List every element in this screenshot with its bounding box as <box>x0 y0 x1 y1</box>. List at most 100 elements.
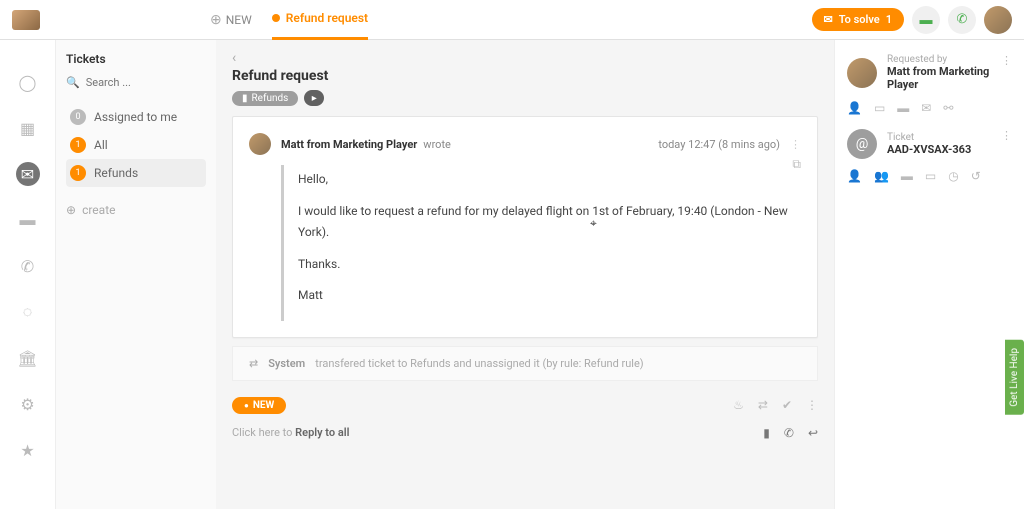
nav-star[interactable]: ★ <box>16 438 40 462</box>
message-line: Hello, <box>298 169 801 191</box>
transfer-icon[interactable]: ⇄ <box>758 398 768 412</box>
filter-count: 0 <box>70 109 86 125</box>
message-line: Matt <box>298 285 801 307</box>
group-icon[interactable]: 👥 <box>874 169 889 183</box>
note-icon[interactable]: ▮ <box>763 426 770 440</box>
message-timestamp: today 12:47 (8 mins ago) <box>658 138 780 151</box>
filter-count: 1 <box>70 165 86 181</box>
ticket-content: ‹ Refund request ▮ Refunds ▸ Matt from M… <box>216 40 834 509</box>
mail-icon[interactable]: ✉ <box>921 101 931 115</box>
plus-circle-icon: ⊕ <box>66 203 76 217</box>
filter-label: Assigned to me <box>94 110 177 124</box>
ticket-block[interactable]: @ Ticket AAD-XVSAX-363 ⋮ <box>847 129 1012 159</box>
tab-active-label: Refund request <box>286 11 368 25</box>
nav-calls[interactable]: ✆ <box>16 254 40 278</box>
more-icon[interactable]: ⋮ <box>806 398 818 412</box>
search-input[interactable] <box>86 76 206 89</box>
at-icon: @ <box>847 129 877 159</box>
more-icon[interactable]: ⋮ <box>1001 54 1012 67</box>
ticket-label: Ticket <box>887 132 971 143</box>
filter-all[interactable]: 1 All <box>66 131 206 159</box>
solve-count: 1 <box>886 13 892 26</box>
solve-label: To solve <box>839 13 880 26</box>
nav-kb[interactable]: 🏛 <box>16 346 40 370</box>
tab-new[interactable]: ⊕ NEW <box>210 0 252 40</box>
phone-icon[interactable]: ✆ <box>784 426 794 440</box>
nav-rail: ◯ ▦ ✉ ▬ ✆ ◌ 🏛 ⚙ ★ <box>0 40 56 509</box>
brand-logo[interactable] <box>12 10 40 30</box>
folder-icon: ▮ <box>242 93 248 104</box>
back-button[interactable]: ‹ <box>232 50 818 66</box>
folder-icon[interactable]: ▭ <box>874 101 885 115</box>
reply-icon[interactable]: ↩ <box>808 426 818 440</box>
clock-icon[interactable]: ◷ <box>948 169 958 183</box>
reply-prefix: Click here to <box>232 426 295 439</box>
nav-dashboard[interactable]: ◯ <box>16 70 40 94</box>
status-label: NEW <box>253 400 274 411</box>
status-new-pill[interactable]: NEW <box>232 397 286 414</box>
to-solve-button[interactable]: ✉ To solve 1 <box>812 8 905 31</box>
resolve-icon[interactable]: ✔ <box>782 398 792 412</box>
requested-by-label: Requested by <box>887 54 1012 65</box>
system-event: ⇄ System transfered ticket to Refunds an… <box>232 346 818 381</box>
requester-block[interactable]: Requested by Matt from Marketing Player … <box>847 54 1012 91</box>
nav-chat[interactable]: ▬ <box>16 208 40 232</box>
note-icon[interactable]: ▭ <box>925 169 936 183</box>
tag-label: Refunds <box>252 93 289 104</box>
nav-tickets[interactable]: ✉ <box>16 162 40 186</box>
transfer-icon: ⇄ <box>249 357 258 370</box>
filter-label: All <box>94 138 108 152</box>
nav-refresh[interactable]: ◌ <box>16 300 40 324</box>
filter-label: Refunds <box>94 166 138 180</box>
system-text: transfered ticket to Refunds and unassig… <box>315 357 643 370</box>
tab-refund-request[interactable]: Refund request <box>272 0 368 40</box>
tickets-heading: Tickets <box>66 52 206 66</box>
open-in-new-icon[interactable]: ⧉ <box>792 157 801 172</box>
more-icon[interactable]: ⋮ <box>790 138 801 151</box>
author-verb: wrote <box>423 138 451 151</box>
author-name: Matt from Marketing Player <box>281 138 417 151</box>
author-avatar <box>249 133 271 155</box>
details-panel: Requested by Matt from Marketing Player … <box>834 40 1024 509</box>
filter-assigned-to-me[interactable]: 0 Assigned to me <box>66 103 206 131</box>
create-filter-button[interactable]: ⊕ create <box>66 203 206 217</box>
chat-button[interactable]: ▬ <box>912 6 940 34</box>
plus-icon: ⊕ <box>210 12 222 28</box>
tab-new-label: NEW <box>226 13 252 27</box>
add-tag-button[interactable]: ▸ <box>304 90 324 106</box>
search-icon: 🔍 <box>66 76 80 89</box>
more-icon[interactable]: ⋮ <box>1001 129 1012 142</box>
filter-refunds[interactable]: 1 Refunds <box>66 159 206 187</box>
link-icon[interactable]: ⚯ <box>943 101 953 115</box>
call-button[interactable]: ✆ <box>948 6 976 34</box>
system-label: System <box>268 357 305 370</box>
requester-avatar <box>847 58 877 88</box>
ticket-id: AAD-XVSAX-363 <box>887 143 971 156</box>
person-icon[interactable]: 👤 <box>847 169 862 183</box>
message-line: I would like to request a refund for my … <box>298 201 801 244</box>
requester-actions: 👤 ▭ ▬ ✉ ⚯ <box>847 101 1012 115</box>
requester-name: Matt from Marketing Player <box>887 65 1012 91</box>
archive-icon[interactable]: ▬ <box>897 101 909 115</box>
status-dot-icon <box>272 14 280 22</box>
envelope-icon: ✉ <box>824 13 833 26</box>
reply-placeholder[interactable]: Click here to Reply to all ▮ ✆ ↩ <box>232 422 818 444</box>
user-avatar[interactable] <box>984 6 1012 34</box>
page-title: Refund request <box>232 68 818 84</box>
fire-icon[interactable]: ♨ <box>733 398 744 412</box>
person-icon[interactable]: 👤 <box>847 101 862 115</box>
reply-action: Reply to all <box>295 426 349 439</box>
tickets-panel: Tickets 🔍 0 Assigned to me 1 All 1 Refun… <box>56 40 216 509</box>
archive-icon[interactable]: ▬ <box>901 169 913 183</box>
message-body: Hello, I would like to request a refund … <box>281 165 801 321</box>
message-card: Matt from Marketing Player wrote today 1… <box>232 116 818 338</box>
filter-count: 1 <box>70 137 86 153</box>
live-help-tab[interactable]: Get Live Help <box>1005 340 1024 415</box>
ticket-actions: 👤 👥 ▬ ▭ ◷ ↺ <box>847 169 1012 183</box>
tag-refunds[interactable]: ▮ Refunds <box>232 91 298 106</box>
message-line: Thanks. <box>298 254 801 276</box>
nav-apps[interactable]: ▦ <box>16 116 40 140</box>
create-label: create <box>82 203 115 217</box>
history-icon[interactable]: ↺ <box>971 169 981 183</box>
nav-settings[interactable]: ⚙ <box>16 392 40 416</box>
